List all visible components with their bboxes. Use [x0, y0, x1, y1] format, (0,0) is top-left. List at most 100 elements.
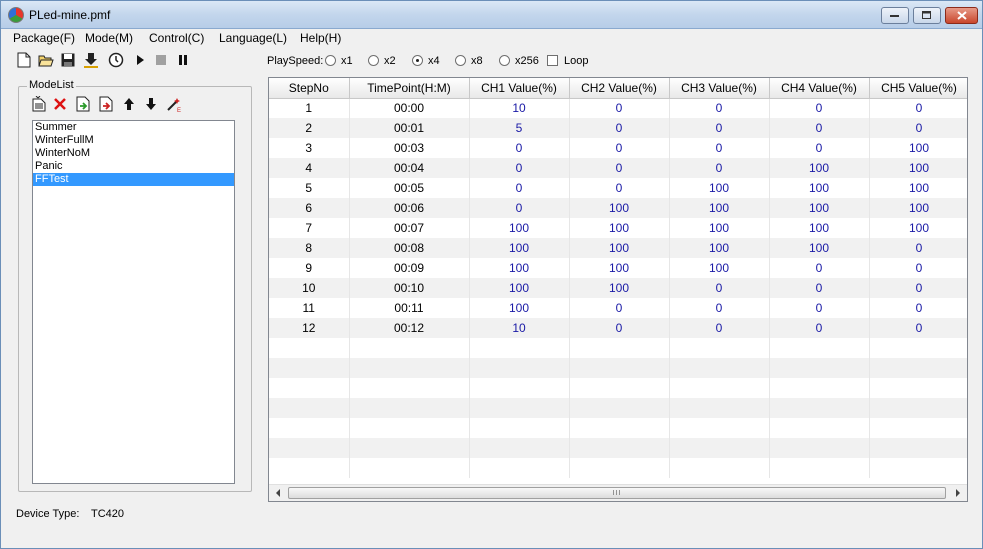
cell-ch5[interactable]: 100	[869, 158, 967, 178]
cell-ch1[interactable]: 0	[469, 178, 570, 198]
cell-timepoint[interactable]: 00:05	[349, 178, 470, 198]
cell-ch1[interactable]: 100	[469, 258, 570, 278]
cell-timepoint[interactable]: 00:07	[349, 218, 470, 238]
cell-stepno[interactable]: 3	[269, 138, 350, 158]
horizontal-scrollbar[interactable]: III	[269, 484, 967, 501]
cell-timepoint[interactable]: 00:09	[349, 258, 470, 278]
delete-mode-button[interactable]	[52, 96, 68, 112]
empty-cell[interactable]	[869, 438, 967, 458]
table-row[interactable]: 7 00:07 100 100 100 100 100	[269, 218, 967, 238]
minimize-button[interactable]	[881, 7, 909, 24]
empty-cell[interactable]	[569, 378, 670, 398]
empty-cell[interactable]	[869, 458, 967, 478]
empty-cell[interactable]	[269, 458, 350, 478]
cell-ch3[interactable]: 100	[669, 258, 770, 278]
table-row[interactable]: 5 00:05 0 0 100 100 100	[269, 178, 967, 198]
cell-stepno[interactable]: 6	[269, 198, 350, 218]
export-mode-button[interactable]	[98, 96, 114, 112]
empty-cell[interactable]	[469, 398, 570, 418]
cell-stepno[interactable]: 5	[269, 178, 350, 198]
empty-cell[interactable]	[349, 338, 470, 358]
cell-ch2[interactable]: 0	[569, 118, 670, 138]
mode-item-panic[interactable]: Panic	[33, 160, 234, 173]
empty-cell[interactable]	[269, 398, 350, 418]
cell-stepno[interactable]: 9	[269, 258, 350, 278]
column-header-stepno[interactable]: StepNo	[269, 78, 350, 99]
move-down-button[interactable]	[143, 96, 159, 112]
table-row[interactable]: 12 00:12 10 0 0 0 0	[269, 318, 967, 338]
empty-cell[interactable]	[769, 458, 870, 478]
cell-ch1[interactable]: 10	[469, 98, 570, 118]
empty-cell[interactable]	[469, 378, 570, 398]
empty-cell[interactable]	[469, 338, 570, 358]
save-button[interactable]	[60, 52, 76, 68]
scroll-right-button[interactable]	[952, 487, 964, 499]
cell-ch5[interactable]: 0	[869, 238, 967, 258]
import-mode-button[interactable]	[75, 96, 91, 112]
empty-cell[interactable]	[469, 358, 570, 378]
empty-cell[interactable]	[669, 378, 770, 398]
table-row[interactable]: 1 00:00 10 0 0 0 0	[269, 98, 967, 118]
mode-item-fftest[interactable]: FFTest	[33, 173, 234, 186]
cell-ch2[interactable]: 100	[569, 238, 670, 258]
cell-stepno[interactable]: 8	[269, 238, 350, 258]
cell-ch3[interactable]: 0	[669, 118, 770, 138]
empty-cell[interactable]	[269, 378, 350, 398]
cell-ch1[interactable]: 100	[469, 218, 570, 238]
cell-ch2[interactable]: 100	[569, 218, 670, 238]
table-row[interactable]: 6 00:06 0 100 100 100 100	[269, 198, 967, 218]
mode-listbox[interactable]: Summer WinterFullM WinterNoM Panic FFTes…	[32, 120, 235, 484]
cell-ch3[interactable]: 0	[669, 98, 770, 118]
empty-cell[interactable]	[769, 338, 870, 358]
empty-row[interactable]	[269, 378, 967, 398]
cell-ch5[interactable]: 0	[869, 278, 967, 298]
table-row[interactable]: 11 00:11 100 0 0 0 0	[269, 298, 967, 318]
empty-cell[interactable]	[349, 458, 470, 478]
cell-ch5[interactable]: 0	[869, 318, 967, 338]
edit-mode-button[interactable]: E	[166, 96, 182, 112]
cell-ch3[interactable]: 0	[669, 318, 770, 338]
empty-cell[interactable]	[349, 398, 470, 418]
add-mode-button[interactable]	[31, 96, 47, 112]
empty-cell[interactable]	[269, 358, 350, 378]
cell-ch3[interactable]: 100	[669, 218, 770, 238]
empty-cell[interactable]	[569, 338, 670, 358]
cell-ch1[interactable]: 0	[469, 138, 570, 158]
cell-stepno[interactable]: 12	[269, 318, 350, 338]
cell-ch3[interactable]: 0	[669, 138, 770, 158]
empty-cell[interactable]	[569, 458, 670, 478]
table-row[interactable]: 2 00:01 5 0 0 0 0	[269, 118, 967, 138]
empty-cell[interactable]	[869, 398, 967, 418]
pause-button[interactable]	[175, 52, 191, 68]
cell-ch2[interactable]: 100	[569, 258, 670, 278]
column-header-ch4[interactable]: CH4 Value(%)	[769, 78, 870, 99]
cell-ch5[interactable]: 100	[869, 218, 967, 238]
cell-ch1[interactable]: 100	[469, 238, 570, 258]
cell-ch4[interactable]: 100	[769, 218, 870, 238]
cell-ch1[interactable]: 10	[469, 318, 570, 338]
empty-cell[interactable]	[269, 438, 350, 458]
speed-radio-x1[interactable]	[325, 55, 336, 66]
speed-radio-x256[interactable]	[499, 55, 510, 66]
column-header-ch2[interactable]: CH2 Value(%)	[569, 78, 670, 99]
cell-ch4[interactable]: 0	[769, 98, 870, 118]
empty-cell[interactable]	[569, 418, 670, 438]
speed-radio-x4[interactable]	[412, 55, 423, 66]
cell-ch2[interactable]: 0	[569, 318, 670, 338]
empty-cell[interactable]	[269, 338, 350, 358]
cell-ch3[interactable]: 100	[669, 198, 770, 218]
cell-ch2[interactable]: 0	[569, 298, 670, 318]
maximize-button[interactable]	[913, 7, 941, 24]
menu-language[interactable]: Language(L)	[219, 31, 287, 45]
cell-timepoint[interactable]: 00:03	[349, 138, 470, 158]
column-header-timepoint[interactable]: TimePoint(H:M)	[349, 78, 470, 99]
menu-help[interactable]: Help(H)	[300, 31, 341, 45]
empty-cell[interactable]	[569, 398, 670, 418]
cell-ch4[interactable]: 0	[769, 138, 870, 158]
empty-cell[interactable]	[669, 418, 770, 438]
empty-cell[interactable]	[769, 438, 870, 458]
cell-ch3[interactable]: 0	[669, 298, 770, 318]
table-row[interactable]: 9 00:09 100 100 100 0 0	[269, 258, 967, 278]
play-button[interactable]	[132, 52, 148, 68]
cell-ch5[interactable]: 0	[869, 98, 967, 118]
